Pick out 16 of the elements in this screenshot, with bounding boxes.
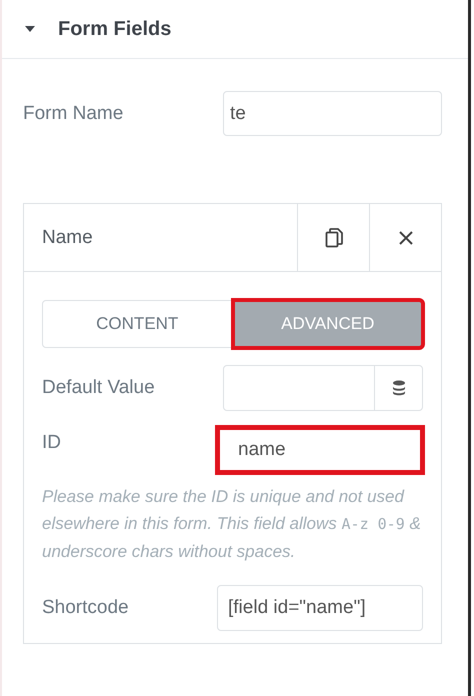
close-icon	[398, 230, 414, 246]
field-label: Form Name	[23, 102, 124, 124]
copy-icon	[324, 228, 342, 248]
section-title: Form Fields	[58, 18, 172, 40]
database-icon[interactable]	[392, 380, 406, 396]
tab[interactable]: CONTENT	[42, 300, 232, 348]
input-field[interactable]	[223, 365, 423, 411]
field-label: Default Value	[42, 377, 155, 399]
input-field[interactable]: name	[215, 425, 425, 475]
input-field[interactable]: te	[223, 91, 442, 136]
input-field[interactable]: [field id="name"]	[217, 585, 423, 631]
help-text: Please make sure the ID is unique and not used elsewhere in this form. This field allows A-z 0-9 & underscore chars without spaces.	[42, 486, 422, 563]
field-label: Shortcode	[42, 597, 129, 619]
field-label: ID	[42, 432, 61, 454]
item-title[interactable]: Name	[24, 204, 297, 271]
caret-icon[interactable]	[24, 25, 36, 33]
